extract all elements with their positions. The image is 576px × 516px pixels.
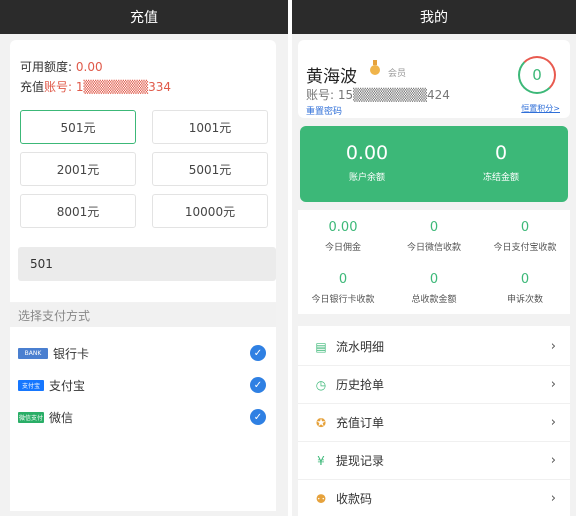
stat-value: 0 xyxy=(520,220,530,235)
stat-value: 0.00 xyxy=(328,220,358,235)
balance-label: 账户余额 xyxy=(348,173,385,183)
chevron-right-icon: › xyxy=(550,491,556,506)
stat-label: 今日佣金 xyxy=(324,243,361,253)
stat-item: 0 今日银行卡收款 xyxy=(298,264,388,312)
user-account: 账号: 15▒▒▒▒▒▒▒▒424 xyxy=(306,88,450,102)
stat-value: 0 xyxy=(338,272,348,287)
amount-label: 8001元 xyxy=(56,204,100,219)
pay-method-bank[interactable]: BANK 银行卡 xyxy=(18,343,89,363)
reset-password-link[interactable]: 重置密码 xyxy=(306,104,342,117)
recharge-icon: ✪ xyxy=(315,415,327,430)
clock-icon: ◷ xyxy=(315,377,327,392)
menu-label: 充值订单 xyxy=(336,416,385,430)
pay-method-label: 支付宝 xyxy=(49,378,86,393)
frozen-value: 0 xyxy=(494,142,508,164)
stat-label: 总收款金额 xyxy=(411,295,457,305)
available-value: 0.00 xyxy=(75,60,103,74)
amount-input-value: 501 xyxy=(30,257,53,271)
amount-option-1001[interactable]: 1001元 xyxy=(152,110,268,144)
profile-panel: 我的 黄海波 会员 账号: 15▒▒▒▒▒▒▒▒424 重置密码 0 恒置积分>… xyxy=(292,0,576,516)
pay-section-title: 选择支付方式 xyxy=(10,303,276,327)
pay-method-alipay[interactable]: 支付宝 支付宝 xyxy=(18,375,85,395)
stats-card: 0.00 今日佣金 0 今日微信收款 0 今日支付宝收款 0 今日银行卡收款 0 总收款金… xyxy=(298,210,570,314)
check-icon[interactable]: ✓ xyxy=(250,377,266,393)
amount-option-2001[interactable]: 2001元 xyxy=(20,152,136,186)
balance-card: 0.00 账户余额 0 冻结金额 xyxy=(300,126,568,202)
alipay-icon: 支付宝 xyxy=(18,379,44,391)
profile-title: 我的 xyxy=(420,10,448,26)
check-icon[interactable]: ✓ xyxy=(250,409,266,425)
bank-card-icon: BANK xyxy=(18,347,48,359)
chevron-right-icon: › xyxy=(550,453,556,468)
amount-option-5001[interactable]: 5001元 xyxy=(152,152,268,186)
frozen-block: 0 冻结金额 xyxy=(434,142,568,183)
menu-label: 流水明细 xyxy=(336,340,385,354)
wechat-icon: 微信支付 xyxy=(18,411,44,423)
frozen-label: 冻结金额 xyxy=(482,173,519,183)
profile-header: 我的 xyxy=(292,0,576,34)
user-card: 黄海波 会员 账号: 15▒▒▒▒▒▒▒▒424 重置密码 0 恒置积分> xyxy=(298,40,570,118)
stat-value: 0 xyxy=(520,272,530,287)
chevron-right-icon: › xyxy=(550,339,556,354)
points-ring: 0 xyxy=(518,56,556,94)
qrcode-user-icon: ⚉ xyxy=(315,491,327,506)
recharge-account: 充值账号: 1▒▒▒▒▒▒▒334 xyxy=(20,78,171,95)
stat-item: 0 总收款金额 xyxy=(389,264,479,312)
amount-label: 10000元 xyxy=(184,204,236,219)
check-icon[interactable]: ✓ xyxy=(250,345,266,361)
payment-card: 选择支付方式 BANK 银行卡 ✓ 支付宝 支付宝 ✓ 微信支付 微信 ✓ xyxy=(10,303,276,511)
pay-method-wechat[interactable]: 微信支付 微信 xyxy=(18,407,73,427)
user-name: 黄海波 xyxy=(306,67,357,87)
account-label-a: 充值 xyxy=(20,80,45,94)
available-label: 可用额度: xyxy=(20,60,73,74)
menu-label: 提现记录 xyxy=(336,454,385,468)
stat-item: 0 申诉次数 xyxy=(480,264,570,312)
stat-label: 今日支付宝收款 xyxy=(493,243,557,253)
medal-icon xyxy=(370,60,380,75)
menu-item-payment-code[interactable]: ⚉ 收款码 › xyxy=(298,480,570,516)
chevron-right-icon: › xyxy=(550,415,556,430)
stat-label: 今日微信收款 xyxy=(406,243,461,253)
recharge-panel: 充值 可用额度: 0.00 充值账号: 1▒▒▒▒▒▒▒334 501元 100… xyxy=(0,0,288,516)
balance-block: 0.00 账户余额 xyxy=(300,142,434,183)
menu-label: 收款码 xyxy=(336,492,373,506)
pay-method-label: 银行卡 xyxy=(53,346,90,361)
available-credit: 可用额度: 0.00 xyxy=(20,58,103,75)
account-label-b: 账号: xyxy=(44,80,73,94)
amount-label: 501元 xyxy=(60,120,96,135)
pay-method-label: 微信 xyxy=(49,410,74,425)
amount-label: 1001元 xyxy=(188,120,232,135)
stat-value: 0 xyxy=(429,272,439,287)
amount-option-10000[interactable]: 10000元 xyxy=(152,194,268,228)
ledger-icon: ▤ xyxy=(315,339,327,354)
account-value: 1▒▒▒▒▒▒▒334 xyxy=(75,80,172,94)
recharge-title: 充值 xyxy=(130,10,158,26)
balance-value: 0.00 xyxy=(345,142,389,164)
chevron-right-icon: › xyxy=(550,377,556,392)
amount-label: 5001元 xyxy=(188,162,232,177)
amount-option-8001[interactable]: 8001元 xyxy=(20,194,136,228)
menu-item-withdrawals[interactable]: ¥ 提现记录 › xyxy=(298,442,570,480)
menu-item-history[interactable]: ◷ 历史抢单 › xyxy=(298,366,570,404)
stat-item: 0 今日微信收款 xyxy=(389,212,479,260)
stat-item: 0.00 今日佣金 xyxy=(298,212,388,260)
stat-item: 0 今日支付宝收款 xyxy=(480,212,570,260)
menu-label: 历史抢单 xyxy=(336,378,385,392)
stat-value: 0 xyxy=(429,220,439,235)
menu-item-recharge-orders[interactable]: ✪ 充值订单 › xyxy=(298,404,570,442)
points-value: 0 xyxy=(532,66,542,84)
amount-label: 2001元 xyxy=(56,162,100,177)
menu-card: ▤ 流水明细 › ◷ 历史抢单 › ✪ 充值订单 › ¥ 提现记录 › ⚉ 收款码 › xyxy=(298,326,570,516)
recharge-header: 充值 xyxy=(0,0,288,34)
withdraw-icon: ¥ xyxy=(317,453,325,468)
member-badge: 会员 xyxy=(388,69,407,79)
stat-label: 今日银行卡收款 xyxy=(311,295,375,305)
stat-label: 申诉次数 xyxy=(506,295,543,305)
amount-input[interactable]: 501 xyxy=(18,247,276,281)
menu-item-ledger[interactable]: ▤ 流水明细 › xyxy=(298,328,570,366)
amount-option-501[interactable]: 501元 xyxy=(20,110,136,144)
reset-points-link[interactable]: 恒置积分> xyxy=(521,103,560,114)
